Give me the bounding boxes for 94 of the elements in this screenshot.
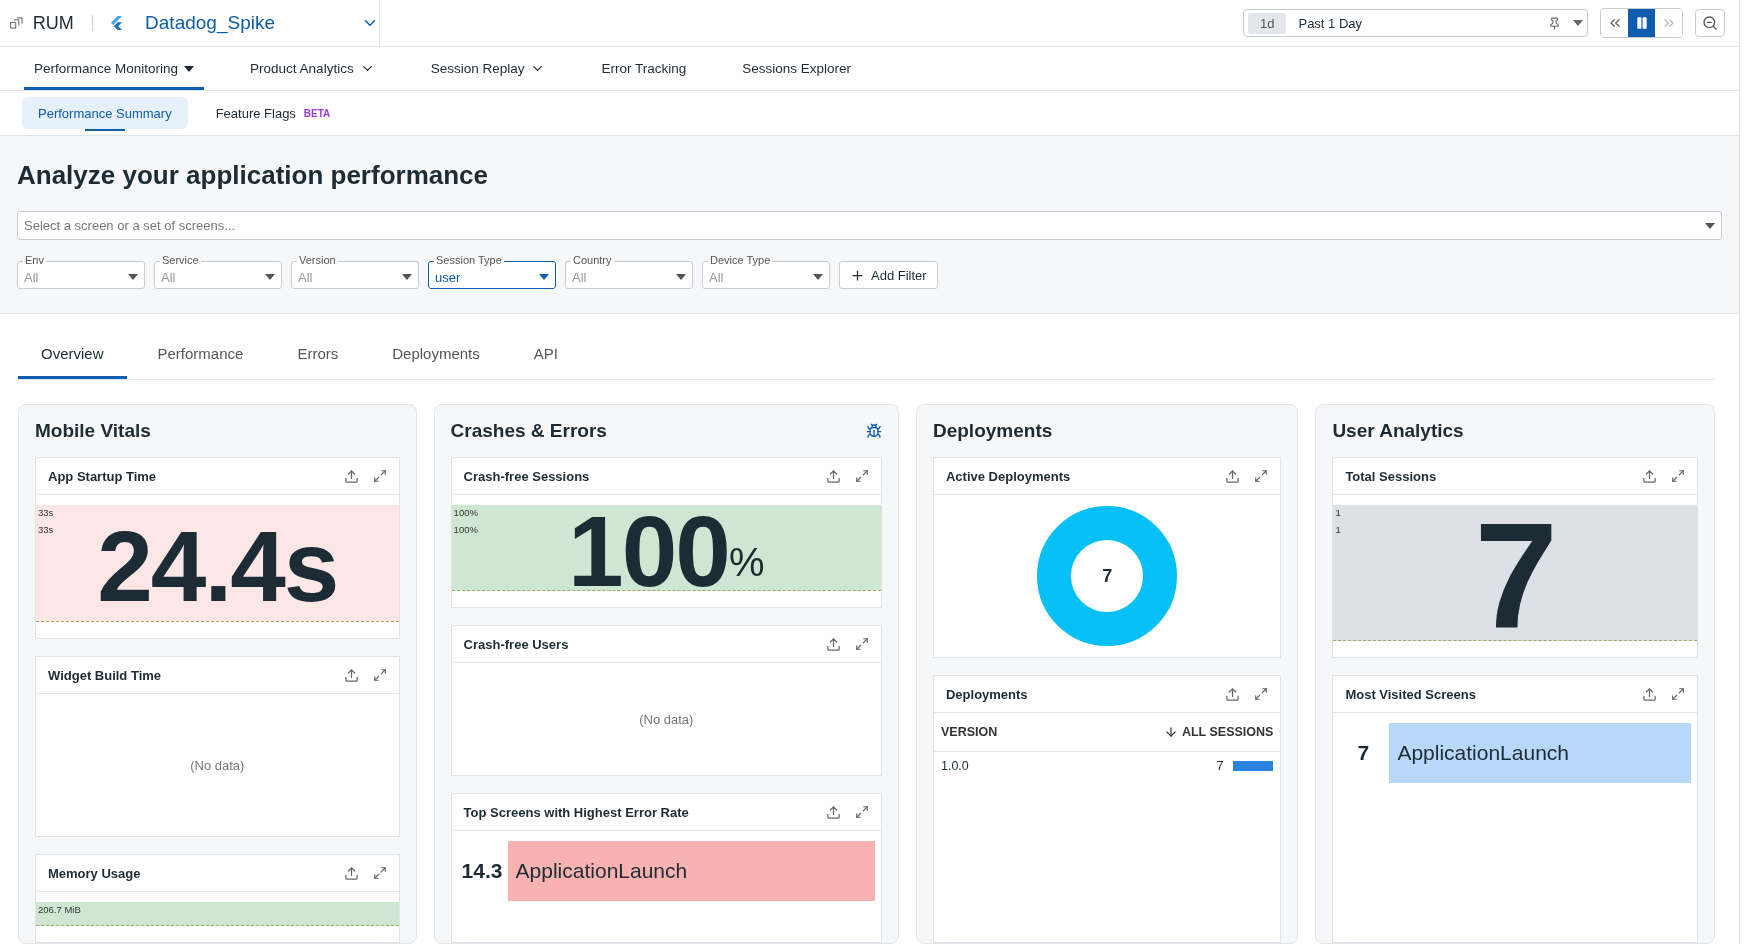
page-title: Analyze your application performance bbox=[17, 160, 489, 191]
nav-tab[interactable]: Sessions Explorer bbox=[732, 47, 862, 90]
axis-label: 33s bbox=[38, 524, 54, 535]
screen-select[interactable]: Select a screen or a set of screens... bbox=[17, 211, 1722, 240]
axis-label: 100% bbox=[453, 507, 478, 518]
tab[interactable]: API bbox=[510, 331, 581, 379]
section-title: Crashes & Errors bbox=[450, 420, 607, 442]
axis-label: 1 bbox=[1335, 507, 1341, 518]
export-icon[interactable] bbox=[1642, 468, 1657, 484]
caret-icon bbox=[128, 274, 138, 280]
donut-value: 7 bbox=[1102, 565, 1113, 587]
widget-title: Top Screens with Highest Error Rate bbox=[463, 804, 689, 820]
expand-icon[interactable] bbox=[372, 866, 387, 880]
nav-tab[interactable]: Product Analytics bbox=[240, 47, 385, 90]
widget-title: Crash-free Sessions bbox=[463, 468, 590, 484]
zoom-out-icon bbox=[1702, 15, 1718, 31]
table-cell: 1.0.0 bbox=[940, 759, 969, 773]
caret-icon bbox=[813, 274, 823, 280]
axis-label: 206.7 MiB bbox=[38, 904, 81, 915]
widget-title: Deployments bbox=[945, 686, 1028, 702]
caret-icon bbox=[184, 65, 195, 72]
time-range-chip: 1d bbox=[1248, 12, 1287, 34]
pause-icon bbox=[1634, 16, 1649, 30]
no-data-text: (No data) bbox=[639, 711, 694, 727]
toplist-value: 14.3 bbox=[461, 859, 502, 883]
pin-icon bbox=[1548, 16, 1561, 30]
column-header: ALL SESSIONS bbox=[1181, 725, 1274, 739]
widget-title: Memory Usage bbox=[48, 865, 141, 881]
section-title: Deployments bbox=[932, 420, 1053, 442]
axis-label: 1 bbox=[1335, 524, 1341, 535]
export-icon[interactable] bbox=[343, 865, 359, 881]
product-name: RUM bbox=[32, 12, 74, 34]
tab[interactable]: Deployments bbox=[369, 331, 503, 379]
zoom-out-button[interactable] bbox=[1695, 9, 1725, 37]
toplist-bar: ApplicationLaunch bbox=[1389, 723, 1691, 783]
metric-unit: % bbox=[728, 540, 765, 585]
bug-icon[interactable] bbox=[865, 423, 882, 439]
widget-title: Crash-free Users bbox=[463, 636, 569, 652]
subnav-tab[interactable]: Feature Flags BETA bbox=[199, 97, 347, 129]
toplist-value: 7 bbox=[1356, 741, 1371, 765]
widget-title: Widget Build Time bbox=[48, 667, 162, 683]
widget-title: Active Deployments bbox=[945, 468, 1071, 484]
tab[interactable]: Errors bbox=[274, 331, 362, 379]
application-selector[interactable]: Datadog_Spike bbox=[145, 12, 379, 34]
export-icon[interactable] bbox=[825, 468, 841, 484]
tab[interactable]: Overview bbox=[18, 331, 127, 379]
section-title: Mobile Vitals bbox=[35, 420, 151, 442]
column-header: VERSION bbox=[940, 725, 998, 739]
metric-value: 7 bbox=[1474, 490, 1556, 657]
expand-icon[interactable] bbox=[1254, 469, 1269, 483]
expand-icon[interactable] bbox=[1671, 469, 1685, 483]
widget-title: Most Visited Screens bbox=[1345, 686, 1476, 702]
caret-icon bbox=[1705, 222, 1715, 229]
caret-icon bbox=[402, 274, 412, 280]
toplist-bar: ApplicationLaunch bbox=[507, 841, 875, 901]
metric-value: 100 bbox=[568, 493, 729, 607]
time-range-label: Past 1 Day bbox=[1298, 15, 1363, 31]
time-range-picker[interactable]: 1d Past 1 Day bbox=[1243, 9, 1588, 37]
export-icon[interactable] bbox=[1642, 686, 1657, 702]
nav-tab[interactable]: Error Tracking bbox=[591, 47, 697, 90]
add-filter-button[interactable]: Add Filter bbox=[839, 261, 938, 289]
expand-icon[interactable] bbox=[372, 668, 387, 682]
expand-icon[interactable] bbox=[372, 469, 387, 483]
widget-title: App Startup Time bbox=[48, 468, 157, 484]
expand-icon[interactable] bbox=[854, 637, 869, 651]
subnav-tab[interactable]: Performance Summary bbox=[22, 97, 188, 129]
caret-icon bbox=[539, 274, 549, 280]
beta-label: BETA bbox=[303, 107, 331, 119]
expand-icon[interactable] bbox=[1254, 687, 1269, 701]
widget-title: Total Sessions bbox=[1345, 468, 1437, 484]
axis-label: 100% bbox=[453, 524, 478, 535]
table-cell: 7 bbox=[1216, 759, 1224, 773]
rum-icon bbox=[10, 14, 23, 32]
nav-tab[interactable]: Session Replay bbox=[420, 47, 556, 90]
export-icon[interactable] bbox=[825, 636, 841, 652]
expand-icon[interactable] bbox=[854, 469, 869, 483]
export-icon[interactable] bbox=[825, 804, 841, 820]
export-icon[interactable] bbox=[1225, 468, 1241, 484]
no-data-text: (No data) bbox=[190, 757, 245, 773]
section-title: User Analytics bbox=[1332, 420, 1464, 442]
export-icon[interactable] bbox=[343, 667, 359, 683]
tab[interactable]: Performance bbox=[134, 331, 267, 379]
export-icon[interactable] bbox=[1225, 686, 1241, 702]
caret-icon bbox=[1573, 20, 1583, 26]
expand-icon[interactable] bbox=[854, 805, 869, 819]
expand-icon[interactable] bbox=[1671, 687, 1685, 701]
metric-value: 24.4s bbox=[97, 509, 338, 624]
export-icon[interactable] bbox=[343, 468, 359, 484]
plus-icon bbox=[850, 267, 865, 283]
pause-button[interactable] bbox=[1628, 9, 1655, 37]
caret-icon bbox=[676, 274, 686, 280]
nav-tab[interactable]: Performance Monitoring bbox=[24, 47, 205, 90]
axis-label: 33s bbox=[38, 507, 54, 518]
caret-icon bbox=[265, 274, 275, 280]
